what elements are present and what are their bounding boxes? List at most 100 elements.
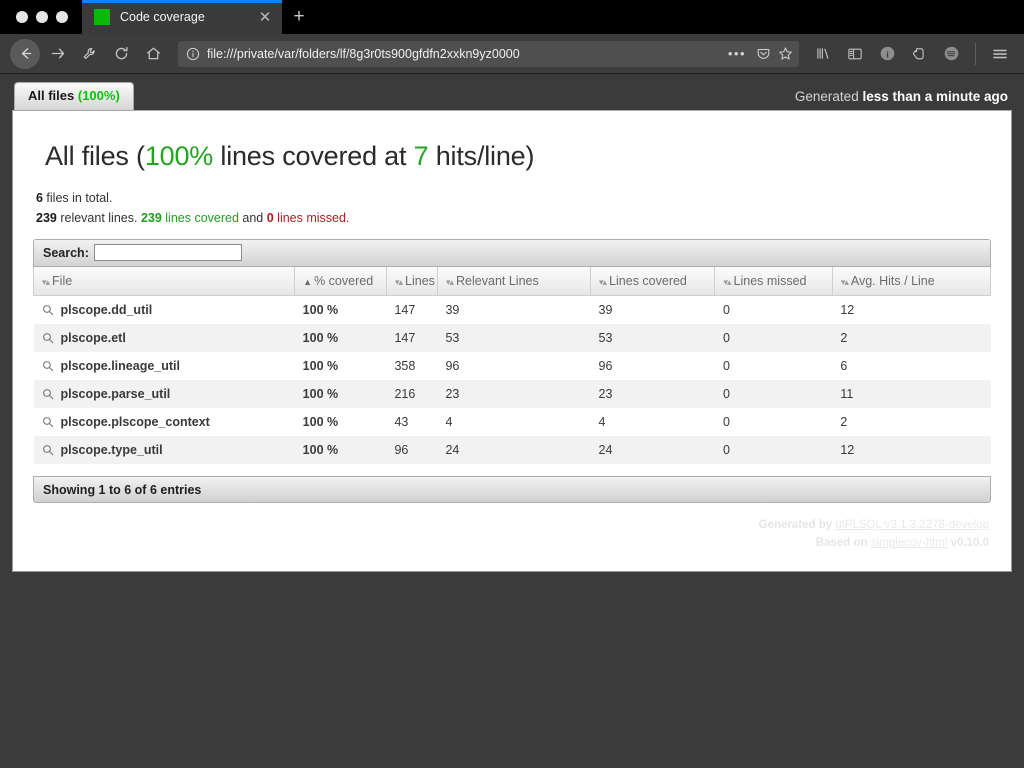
summary-files-text: files in total. — [43, 191, 112, 205]
bookmark-star-icon[interactable] — [778, 46, 793, 61]
cell-file[interactable]: plscope.etl — [34, 324, 295, 352]
footer-line-based-on: Based on simplecov-html v0.10.0 — [33, 535, 989, 553]
cell-avg: 6 — [832, 352, 990, 380]
summary-lines-line: 239 relevant lines. 239 lines covered an… — [36, 208, 991, 228]
url-text[interactable]: file:///private/var/folders/lf/8g3r0ts90… — [207, 47, 718, 61]
search-input[interactable] — [94, 244, 242, 261]
reload-button[interactable] — [106, 39, 136, 69]
cell-file[interactable]: plscope.type_util — [34, 436, 295, 464]
magnifier-icon[interactable] — [42, 360, 54, 372]
table-row[interactable]: plscope.etl 100 % 147 53 53 0 2 — [34, 324, 991, 352]
back-button[interactable] — [10, 39, 40, 69]
coverage-table-body: plscope.dd_util 100 % 147 39 39 0 12 pls… — [34, 296, 991, 465]
col-header-avg-hits[interactable]: ▾▴Avg. Hits / Line — [832, 267, 990, 296]
forward-button[interactable] — [42, 39, 72, 69]
summary-files-count: 6 — [36, 191, 43, 205]
coverage-table-head: ▾▴File ▲% covered ▾▴Lines ▾▴Relevant Lin… — [34, 267, 991, 296]
site-info-icon[interactable] — [186, 47, 200, 61]
table-row[interactable]: plscope.type_util 100 % 96 24 24 0 12 — [34, 436, 991, 464]
sort-icon: ▾▴ — [599, 277, 606, 287]
pocket-icon[interactable] — [756, 46, 771, 61]
toolbar-right-icons: i — [809, 39, 1014, 69]
cell-file-label: plscope.plscope_context — [61, 415, 210, 429]
col-header-percent-covered-label: % covered — [314, 274, 373, 288]
hamburger-menu-icon[interactable] — [986, 39, 1014, 69]
cell-file[interactable]: plscope.dd_util — [34, 296, 295, 325]
magnifier-icon[interactable] — [42, 416, 54, 428]
tools-wrench-icon[interactable] — [74, 39, 104, 69]
cell-file[interactable]: plscope.lineage_util — [34, 352, 295, 380]
address-bar[interactable]: file:///private/var/folders/lf/8g3r0ts90… — [178, 41, 799, 67]
account-icon[interactable]: i — [873, 39, 901, 69]
col-header-relevant-lines[interactable]: ▾▴Relevant Lines — [437, 267, 590, 296]
tab-favicon-icon — [94, 9, 110, 25]
cell-covered: 96 — [591, 352, 715, 380]
footer-version: v0.10.0 — [947, 537, 989, 549]
page-title-part1: All files ( — [45, 141, 145, 171]
browser-window: Code coverage ✕ + — [0, 0, 1024, 768]
maximize-window-button[interactable] — [56, 11, 68, 23]
tab-all-files[interactable]: All files (100%) — [14, 82, 134, 110]
browser-navbar: file:///private/var/folders/lf/8g3r0ts90… — [0, 34, 1024, 74]
page-actions-icon[interactable]: ••• — [725, 46, 749, 61]
col-header-file-label: File — [52, 274, 72, 288]
new-tab-button[interactable]: + — [282, 0, 316, 34]
sort-icon: ▾▴ — [395, 277, 402, 287]
cell-percent: 100 % — [295, 352, 387, 380]
utplsql-link[interactable]: utPLSQL v3.1.3.2278-develop — [835, 519, 989, 531]
magnifier-icon[interactable] — [42, 332, 54, 344]
window-controls[interactable] — [0, 11, 82, 34]
home-button[interactable] — [138, 39, 168, 69]
page-title-part3: hits/line) — [428, 141, 534, 171]
summary-covered-text: lines covered — [162, 211, 239, 225]
table-row[interactable]: plscope.lineage_util 100 % 358 96 96 0 6 — [34, 352, 991, 380]
page-viewport: All files (100%) Generated less than a m… — [0, 74, 1024, 768]
page-title-part2: lines covered at — [213, 141, 414, 171]
close-window-button[interactable] — [16, 11, 28, 23]
page-footer: Generated by utPLSQL v3.1.3.2278-develop… — [33, 517, 991, 553]
evernote-icon[interactable] — [905, 39, 933, 69]
library-icon[interactable] — [809, 39, 837, 69]
cell-covered: 4 — [591, 408, 715, 436]
magnifier-icon[interactable] — [42, 444, 54, 456]
col-header-lines-missed-label: Lines missed — [734, 274, 807, 288]
col-header-lines-covered[interactable]: ▾▴Lines covered — [591, 267, 715, 296]
browser-titlebar: Code coverage ✕ + — [0, 0, 1024, 34]
summary-relevant-text: relevant lines. — [57, 211, 141, 225]
page-title: All files (100% lines covered at 7 hits/… — [33, 133, 991, 172]
cell-relevant: 96 — [437, 352, 590, 380]
cell-covered: 53 — [591, 324, 715, 352]
cell-file[interactable]: plscope.plscope_context — [34, 408, 295, 436]
extension-icon[interactable] — [937, 39, 965, 69]
tab-title: Code coverage — [120, 10, 256, 24]
magnifier-icon[interactable] — [42, 304, 54, 316]
simplecov-html-link[interactable]: simplecov-html — [871, 537, 948, 549]
summary-missed-count: 0 — [267, 211, 274, 225]
col-header-file[interactable]: ▾▴File — [34, 267, 295, 296]
sidebar-icon[interactable] — [841, 39, 869, 69]
table-row[interactable]: plscope.dd_util 100 % 147 39 39 0 12 — [34, 296, 991, 325]
cell-missed: 0 — [715, 352, 832, 380]
magnifier-icon[interactable] — [42, 388, 54, 400]
tab-close-icon[interactable]: ✕ — [256, 8, 274, 26]
cell-lines: 147 — [386, 324, 437, 352]
cell-lines: 96 — [386, 436, 437, 464]
minimize-window-button[interactable] — [36, 11, 48, 23]
table-row[interactable]: plscope.parse_util 100 % 216 23 23 0 11 — [34, 380, 991, 408]
col-header-avg-hits-label: Avg. Hits / Line — [851, 274, 935, 288]
cell-lines: 358 — [386, 352, 437, 380]
cell-percent: 100 % — [295, 436, 387, 464]
col-header-percent-covered[interactable]: ▲% covered — [295, 267, 387, 296]
col-header-lines-missed[interactable]: ▾▴Lines missed — [715, 267, 832, 296]
cell-avg: 12 — [832, 436, 990, 464]
cell-file[interactable]: plscope.parse_util — [34, 380, 295, 408]
cell-missed: 0 — [715, 436, 832, 464]
cell-file-label: plscope.etl — [61, 331, 126, 345]
generated-note: Generated less than a minute ago — [795, 89, 1008, 110]
col-header-lines[interactable]: ▾▴Lines — [386, 267, 437, 296]
col-header-lines-covered-label: Lines covered — [609, 274, 687, 288]
sort-icon: ▾▴ — [42, 277, 49, 287]
table-row[interactable]: plscope.plscope_context 100 % 43 4 4 0 2 — [34, 408, 991, 436]
footer-based-prefix: Based on — [816, 537, 871, 549]
browser-tab-code-coverage[interactable]: Code coverage ✕ — [82, 0, 282, 34]
